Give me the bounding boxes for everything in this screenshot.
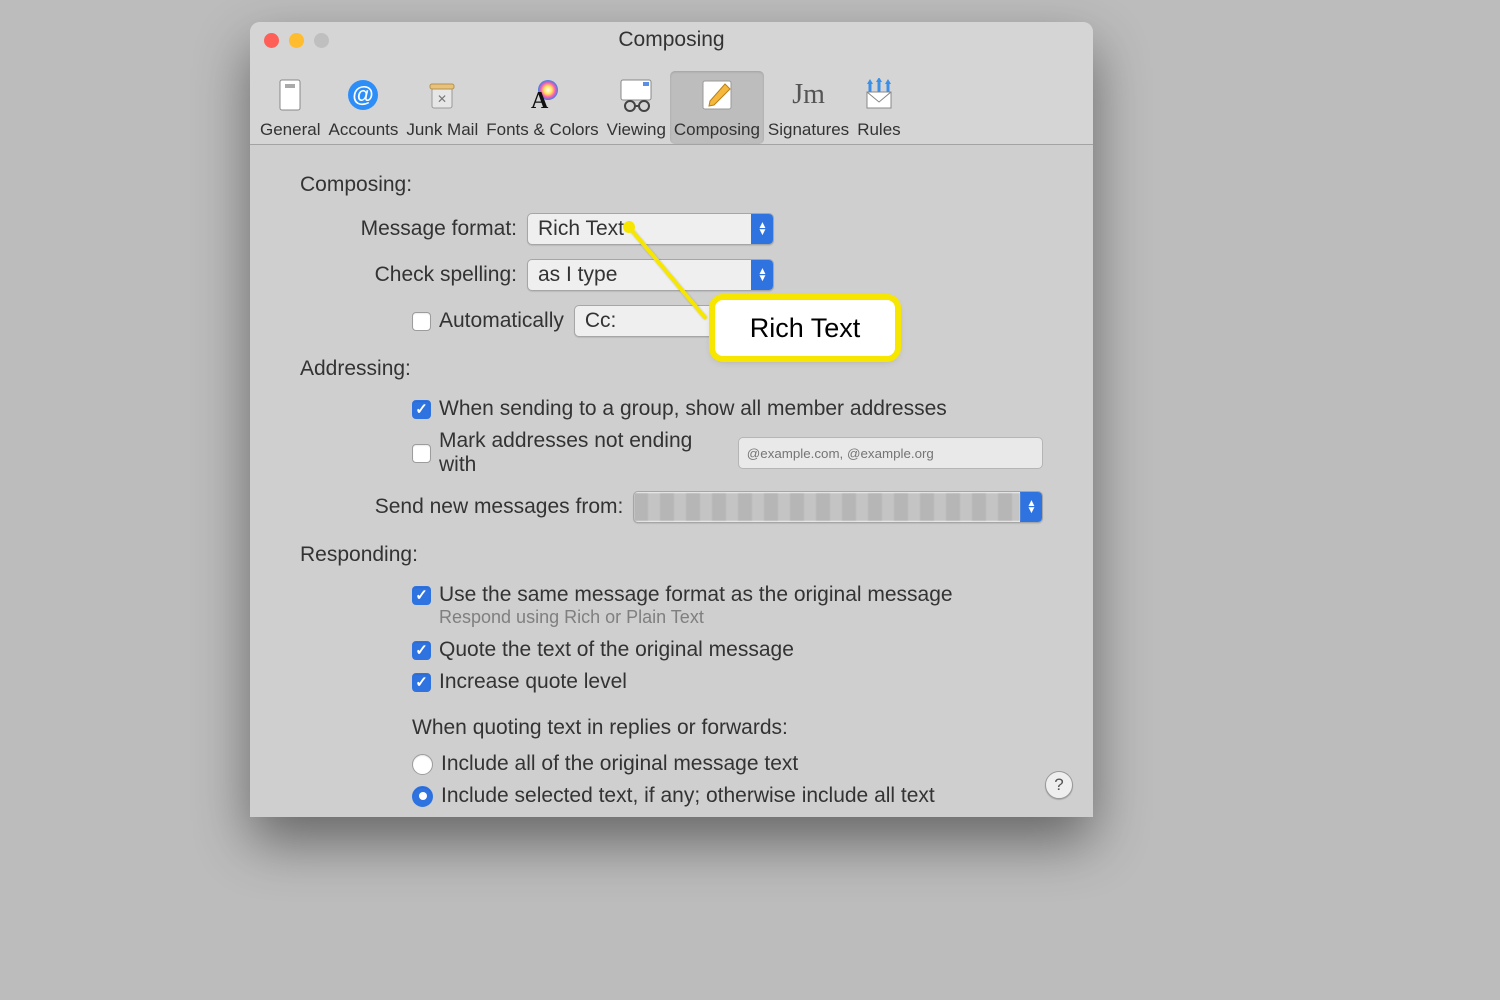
tab-junk-mail[interactable]: ✕ Junk Mail bbox=[402, 71, 482, 144]
row-same-format: Use the same message format as the origi… bbox=[300, 583, 1043, 607]
svg-text:✕: ✕ bbox=[437, 92, 447, 106]
compose-icon bbox=[698, 76, 736, 114]
tab-signatures[interactable]: Jm Signatures bbox=[764, 71, 853, 144]
row-message-format: Message format: Rich Text ▲▼ bbox=[300, 213, 1043, 245]
row-increase-quote: Increase quote level bbox=[300, 670, 1043, 694]
send-from-label: Send new messages from: bbox=[360, 495, 623, 519]
row-include-selected: Include selected text, if any; otherwise… bbox=[300, 784, 1043, 808]
section-composing: Composing: bbox=[300, 173, 1043, 197]
preferences-window: Composing General @ Accounts ✕ Junk Mail… bbox=[250, 22, 1093, 817]
trash-icon: ✕ bbox=[423, 76, 461, 114]
row-group-members: When sending to a group, show all member… bbox=[300, 397, 1043, 421]
auto-cc-field-popup[interactable]: Cc: ▲▼ bbox=[574, 305, 736, 337]
row-auto-cc: Automatically Cc: ▲▼ bbox=[300, 305, 1043, 337]
viewing-icon bbox=[617, 76, 655, 114]
fonts-colors-icon: A bbox=[523, 76, 561, 114]
tab-composing[interactable]: Composing bbox=[670, 71, 764, 144]
auto-cc-checkbox[interactable] bbox=[412, 312, 431, 331]
check-spelling-label: Check spelling: bbox=[352, 263, 517, 287]
help-button[interactable]: ? bbox=[1045, 771, 1073, 799]
mark-addresses-checkbox[interactable] bbox=[412, 444, 431, 463]
include-all-label: Include all of the original message text bbox=[441, 752, 798, 776]
row-include-all: Include all of the original message text bbox=[300, 752, 1043, 776]
send-from-popup[interactable]: ▲▼ bbox=[633, 491, 1043, 523]
signature-icon: Jm bbox=[790, 76, 828, 114]
message-format-label: Message format: bbox=[352, 217, 517, 241]
row-mark-addresses: Mark addresses not ending with bbox=[300, 429, 1043, 477]
tab-general[interactable]: General bbox=[256, 71, 324, 144]
tab-accounts[interactable]: @ Accounts bbox=[324, 71, 402, 144]
annotation-callout: Rich Text bbox=[715, 300, 895, 356]
same-format-checkbox[interactable] bbox=[412, 586, 431, 605]
window-title: Composing bbox=[250, 28, 1093, 52]
group-members-label: When sending to a group, show all member… bbox=[439, 397, 947, 421]
titlebar: Composing bbox=[250, 22, 1093, 58]
section-responding: Responding: bbox=[300, 543, 1043, 567]
row-send-from: Send new messages from: ▲▼ bbox=[300, 491, 1043, 523]
preferences-pane: Composing: Message format: Rich Text ▲▼ … bbox=[250, 145, 1093, 817]
same-format-label: Use the same message format as the origi… bbox=[439, 583, 953, 607]
general-icon bbox=[271, 76, 309, 114]
quote-text-checkbox[interactable] bbox=[412, 641, 431, 660]
rules-icon bbox=[860, 76, 898, 114]
svg-text:A: A bbox=[531, 88, 549, 112]
quoting-when-label: When quoting text in replies or forwards… bbox=[300, 716, 1043, 740]
include-selected-label: Include selected text, if any; otherwise… bbox=[441, 784, 935, 808]
chevron-up-down-icon: ▲▼ bbox=[1020, 492, 1042, 522]
at-icon: @ bbox=[344, 76, 382, 114]
increase-quote-checkbox[interactable] bbox=[412, 673, 431, 692]
increase-quote-label: Increase quote level bbox=[439, 670, 627, 694]
group-members-checkbox[interactable] bbox=[412, 400, 431, 419]
section-addressing: Addressing: bbox=[300, 357, 1043, 381]
tab-rules[interactable]: Rules bbox=[853, 71, 904, 144]
send-from-value-redacted bbox=[634, 493, 1020, 521]
mark-addresses-input[interactable] bbox=[738, 437, 1043, 469]
same-format-sub: Respond using Rich or Plain Text bbox=[300, 607, 1043, 628]
mark-addresses-label: Mark addresses not ending with bbox=[439, 429, 726, 477]
message-format-popup[interactable]: Rich Text ▲▼ bbox=[527, 213, 774, 245]
chevron-up-down-icon: ▲▼ bbox=[751, 260, 773, 290]
auto-cc-label: Automatically bbox=[439, 309, 564, 333]
tab-fonts-colors[interactable]: A Fonts & Colors bbox=[482, 71, 602, 144]
check-spelling-popup[interactable]: as I type ▲▼ bbox=[527, 259, 774, 291]
chevron-up-down-icon: ▲▼ bbox=[751, 214, 773, 244]
row-quote-text: Quote the text of the original message bbox=[300, 638, 1043, 662]
quote-text-label: Quote the text of the original message bbox=[439, 638, 794, 662]
annotation-text: Rich Text bbox=[750, 313, 861, 344]
preferences-toolbar: General @ Accounts ✕ Junk Mail A Fonts &… bbox=[250, 58, 1093, 145]
include-selected-radio[interactable] bbox=[412, 786, 433, 807]
tab-viewing[interactable]: Viewing bbox=[603, 71, 670, 144]
include-all-radio[interactable] bbox=[412, 754, 433, 775]
svg-text:@: @ bbox=[353, 82, 374, 107]
